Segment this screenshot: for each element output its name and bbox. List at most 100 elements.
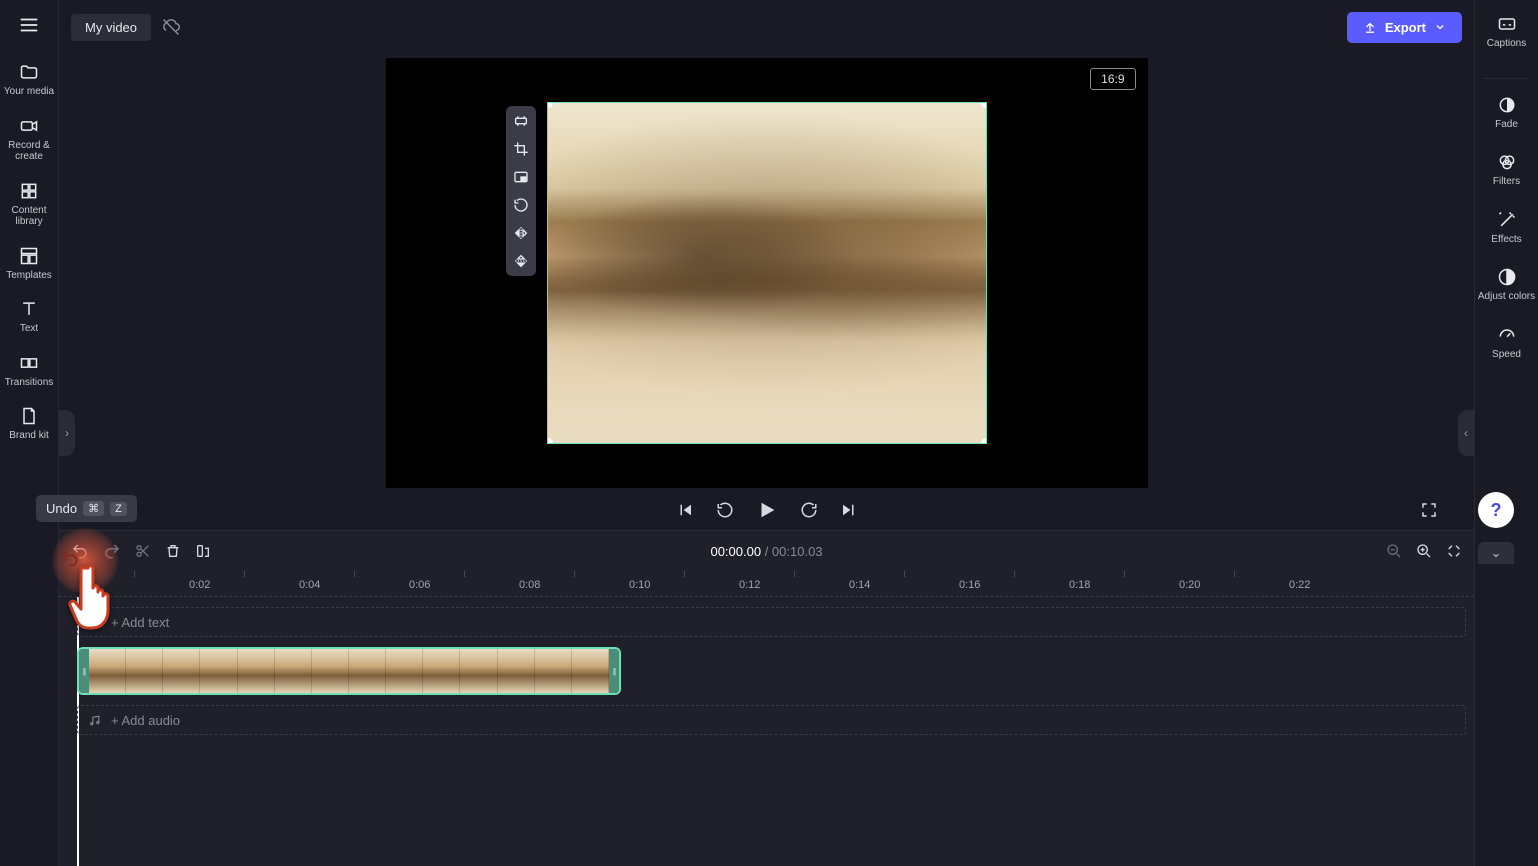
ruler-label: 0:16 — [959, 579, 980, 591]
tooltip-modkey: ⌘ — [83, 501, 104, 516]
rewind-icon[interactable] — [716, 501, 734, 519]
aspect-ratio-badge[interactable]: 16:9 — [1090, 68, 1135, 90]
ruler-label: 0:02 — [189, 579, 210, 591]
sidebar-item-brand-kit[interactable]: Brand kit — [0, 406, 58, 442]
help-button[interactable]: ? — [1478, 492, 1514, 528]
help-chevron-icon[interactable]: ⌄ — [1478, 542, 1514, 564]
preview-canvas[interactable]: 16:9 — [386, 58, 1148, 488]
effects-icon — [1497, 210, 1517, 230]
scissors-icon[interactable] — [135, 543, 151, 559]
sidebar-item-speed[interactable]: Speed — [1475, 325, 1538, 361]
captions-icon — [1497, 14, 1517, 34]
split-icon[interactable] — [195, 543, 211, 559]
sidebar-item-label: Brand kit — [9, 430, 48, 442]
add-text-track[interactable]: + Add text — [77, 607, 1466, 637]
ruler-label: 0:10 — [629, 579, 650, 591]
expand-right-panel-button[interactable]: ‹ — [1458, 410, 1474, 456]
sidebar-item-captions[interactable]: Captions — [1475, 14, 1538, 50]
music-icon — [88, 714, 101, 727]
sidebar-item-label: Filters — [1493, 176, 1520, 188]
fit-zoom-icon[interactable] — [1446, 543, 1462, 559]
timeline-tracks: + Add text || || — [59, 597, 1474, 866]
templates-icon — [19, 246, 39, 266]
pip-icon[interactable] — [512, 168, 530, 186]
sidebar-item-label: Text — [20, 323, 38, 335]
library-icon — [19, 181, 39, 201]
sidebar-item-effects[interactable]: Effects — [1475, 210, 1538, 246]
skip-start-icon[interactable] — [676, 501, 694, 519]
speed-icon — [1497, 325, 1517, 345]
rotate-icon[interactable] — [512, 196, 530, 214]
sidebar-item-label: Speed — [1492, 349, 1521, 361]
fullscreen-icon[interactable] — [1420, 501, 1438, 519]
text-icon — [19, 299, 39, 319]
flip-horizontal-icon[interactable] — [512, 224, 530, 242]
sidebar-item-label: Captions — [1487, 38, 1526, 50]
fit-icon[interactable] — [512, 112, 530, 130]
clip-handle-right[interactable]: || — [609, 649, 619, 693]
sidebar-item-label: Transitions — [5, 377, 54, 389]
sidebar-item-label: Templates — [6, 270, 52, 282]
filters-icon — [1497, 152, 1517, 172]
sidebar-item-fade[interactable]: Fade — [1475, 95, 1538, 131]
timeline-time: 00:00.00 / 00:10.03 — [710, 544, 822, 559]
trash-icon[interactable] — [165, 543, 181, 559]
sidebar-item-label: Effects — [1491, 234, 1521, 246]
sidebar-item-label: Adjust colors — [1478, 291, 1535, 303]
main-column: My video Export 16:9 — [59, 0, 1474, 866]
add-audio-label: + Add audio — [111, 713, 180, 728]
sidebar-item-label: Fade — [1495, 119, 1518, 131]
preview-region: 16:9 — [59, 54, 1474, 490]
timeline-ruler[interactable]: 0:020:040:060:080:100:120:140:160:180:20… — [59, 571, 1474, 597]
brand-kit-icon — [19, 406, 39, 426]
ruler-label: 0:18 — [1069, 579, 1090, 591]
playback-controls — [59, 490, 1474, 530]
sidebar-item-content-library[interactable]: Content library — [0, 181, 58, 228]
sidebar-item-label: Content library — [0, 205, 58, 228]
project-name[interactable]: My video — [71, 14, 151, 41]
resize-handle-br[interactable] — [981, 438, 987, 444]
transitions-icon — [19, 353, 39, 373]
sidebar-item-filters[interactable]: Filters — [1475, 152, 1538, 188]
ruler-label: 0:06 — [409, 579, 430, 591]
sidebar-item-adjust-colors[interactable]: Adjust colors — [1475, 267, 1538, 303]
video-clip[interactable]: || || — [77, 647, 621, 695]
selected-clip-frame[interactable] — [547, 102, 987, 444]
sidebar-item-your-media[interactable]: Your media — [0, 62, 58, 98]
sidebar-item-templates[interactable]: Templates — [0, 246, 58, 282]
skip-end-icon[interactable] — [840, 501, 858, 519]
crop-icon[interactable] — [512, 140, 530, 158]
left-sidebar: Your media Record & create Content libra… — [0, 0, 59, 866]
sidebar-item-transitions[interactable]: Transitions — [0, 353, 58, 389]
cloud-off-icon — [161, 17, 181, 37]
ruler-label: 0:12 — [739, 579, 760, 591]
current-time: 00:00.00 — [710, 544, 761, 559]
forward-icon[interactable] — [800, 501, 818, 519]
flip-vertical-icon[interactable] — [512, 252, 530, 270]
ruler-label: 0:08 — [519, 579, 540, 591]
sidebar-item-record-create[interactable]: Record & create — [0, 116, 58, 163]
sidebar-item-label: Record & create — [0, 140, 58, 163]
zoom-out-icon[interactable] — [1386, 543, 1402, 559]
folder-icon — [19, 62, 39, 82]
resize-handle-bl[interactable] — [547, 438, 553, 444]
clip-thumbnails — [89, 649, 609, 693]
upload-icon — [1363, 20, 1377, 34]
tooltip-key: Z — [110, 502, 127, 516]
timeline-toolbar: 00:00.00 / 00:10.03 — [59, 531, 1474, 571]
ruler-label: 0:20 — [1179, 579, 1200, 591]
export-label: Export — [1385, 20, 1426, 35]
chevron-down-icon — [1434, 21, 1446, 33]
play-icon[interactable] — [756, 499, 778, 521]
floating-toolbar — [506, 106, 536, 276]
menu-icon[interactable] — [18, 14, 40, 36]
tooltip-label: Undo — [46, 501, 77, 516]
clip-handle-left[interactable]: || — [79, 649, 89, 693]
ruler-label: 0:22 — [1289, 579, 1310, 591]
fade-icon — [1497, 95, 1517, 115]
zoom-in-icon[interactable] — [1416, 543, 1432, 559]
total-time: 00:10.03 — [772, 544, 823, 559]
add-audio-track[interactable]: + Add audio — [77, 705, 1466, 735]
export-button[interactable]: Export — [1347, 12, 1462, 43]
sidebar-item-text[interactable]: Text — [0, 299, 58, 335]
